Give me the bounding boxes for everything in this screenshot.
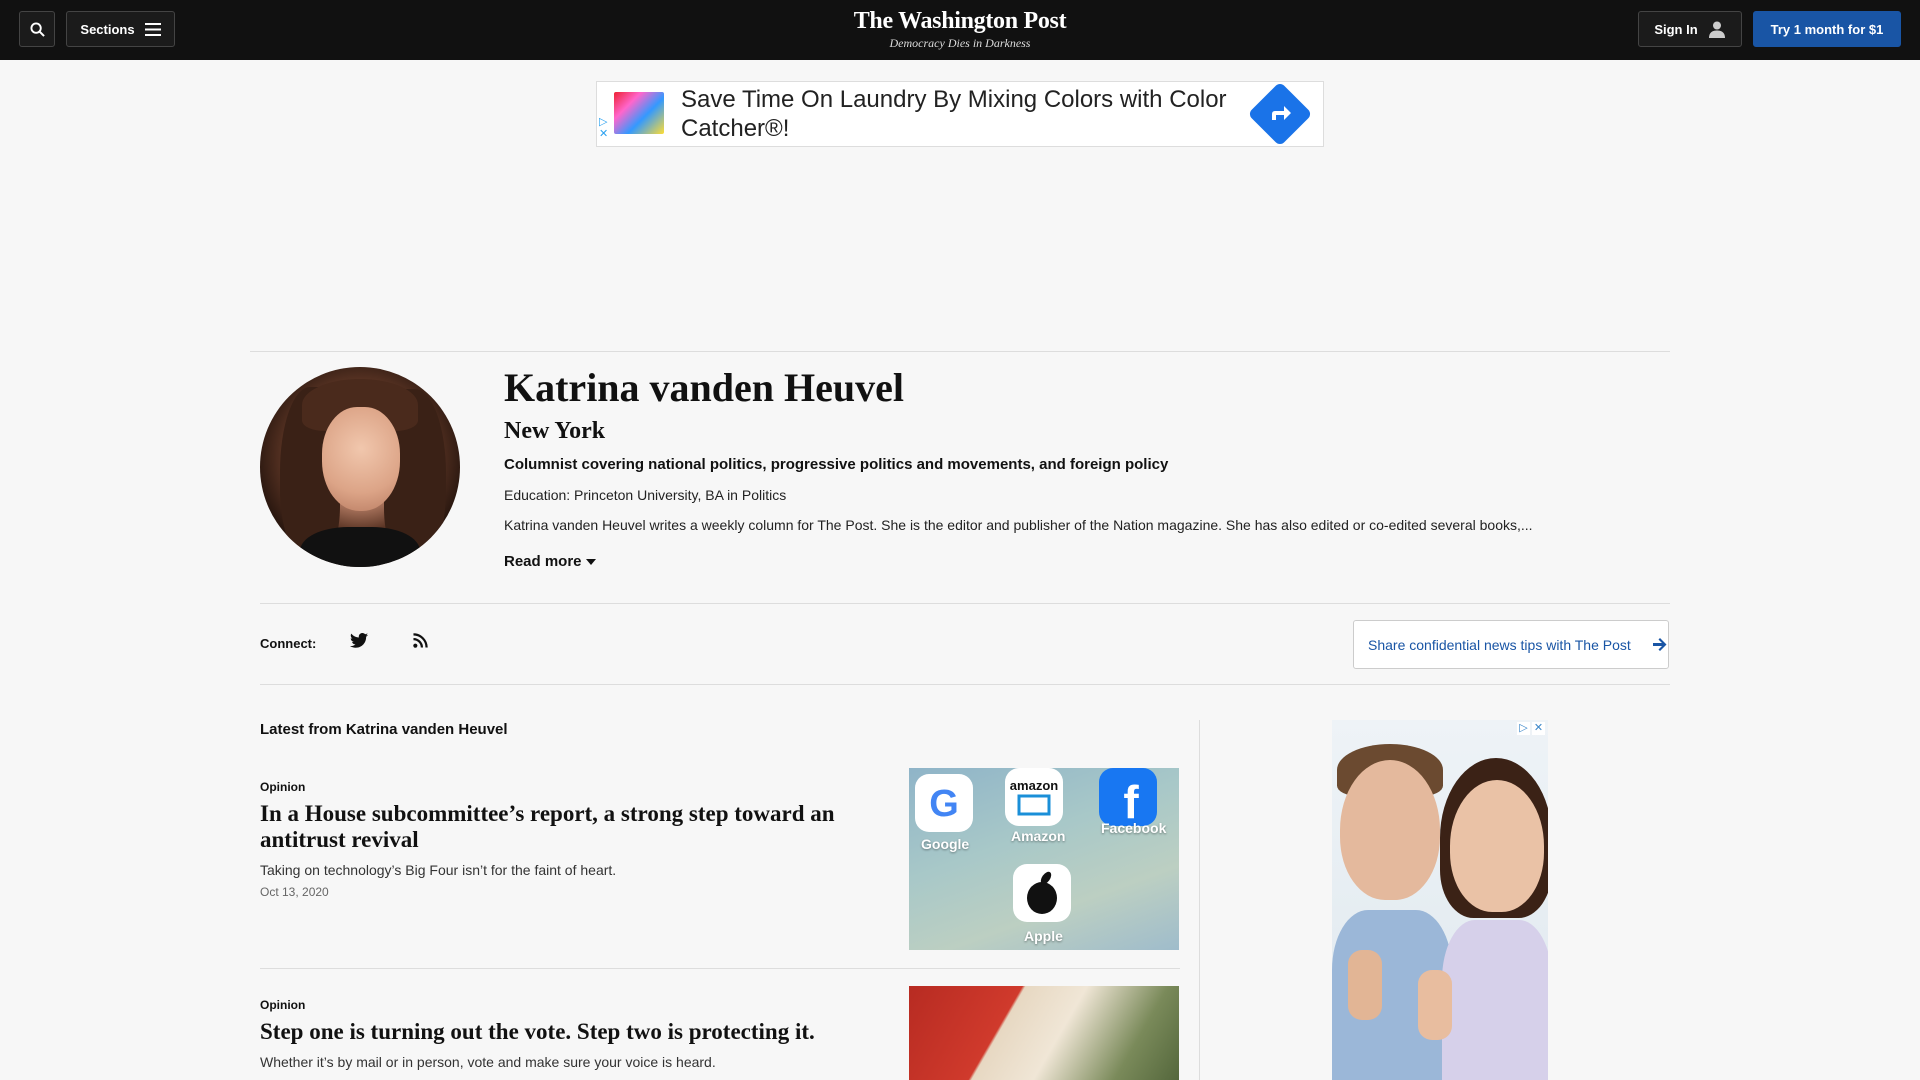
ad-product-image bbox=[614, 92, 664, 134]
divider bbox=[250, 351, 1670, 352]
divider bbox=[260, 968, 1180, 969]
ad-text: Save Time On Laundry By Mixing Colors wi… bbox=[681, 86, 1227, 142]
arrow-right-icon bbox=[1652, 638, 1667, 651]
story-thumbnail[interactable]: G Google amazon Amazon f Facebook Apple bbox=[909, 768, 1179, 950]
adchoices-icon[interactable]: ▷ ✕ bbox=[599, 116, 608, 140]
author-education: Education: Princeton University, BA in P… bbox=[504, 487, 787, 503]
divider bbox=[260, 684, 1670, 685]
author-bio: Katrina vanden Heuvel writes a weekly co… bbox=[504, 517, 1533, 533]
subscribe-button[interactable]: Try 1 month for $1 bbox=[1753, 11, 1901, 47]
story-headline[interactable]: In a House subcommittee’s report, a stro… bbox=[260, 801, 880, 853]
amazon-app-icon: amazon bbox=[1005, 768, 1063, 826]
close-ad-icon[interactable]: ✕ bbox=[1532, 722, 1545, 735]
app-label-facebook: Facebook bbox=[1101, 820, 1167, 836]
author-avatar bbox=[260, 367, 460, 567]
ad-banner[interactable]: ▷ ✕ Save Time On Laundry By Mixing Colors… bbox=[596, 81, 1324, 147]
app-label-google: Google bbox=[921, 836, 970, 852]
sign-in-label: Sign In bbox=[1654, 21, 1698, 37]
read-more-button[interactable]: Read more bbox=[504, 553, 596, 570]
site-logo[interactable]: The Washington Post Democracy Dies in Da… bbox=[0, 8, 1920, 51]
story-thumbnail[interactable] bbox=[909, 986, 1179, 1080]
author-location: New York bbox=[504, 418, 606, 444]
author-role: Columnist covering national politics, pr… bbox=[504, 456, 1169, 473]
story-headline[interactable]: Step one is turning out the vote. Step t… bbox=[260, 1019, 880, 1045]
svg-text:f: f bbox=[1123, 776, 1139, 826]
app-label-amazon: Amazon bbox=[1011, 828, 1066, 844]
connect-label: Connect: bbox=[260, 636, 317, 651]
apple-app-icon bbox=[1013, 864, 1071, 922]
facebook-app-icon: f bbox=[1099, 768, 1157, 828]
news-tips-button[interactable]: Share confidential news tips with The Po… bbox=[1353, 620, 1669, 669]
divider bbox=[260, 603, 1670, 604]
twitter-icon[interactable] bbox=[350, 633, 368, 648]
sign-in-button[interactable]: Sign In bbox=[1638, 11, 1742, 47]
column-divider bbox=[1199, 720, 1200, 1080]
svg-text:G: G bbox=[929, 783, 959, 825]
svg-text:amazon: amazon bbox=[1010, 778, 1058, 793]
news-tips-label: Share confidential news tips with The Po… bbox=[1368, 636, 1631, 653]
caret-down-icon bbox=[585, 558, 596, 565]
read-more-label: Read more bbox=[504, 553, 582, 570]
logo-tagline: Democracy Dies in Darkness bbox=[889, 36, 1031, 50]
user-icon bbox=[1708, 21, 1725, 38]
rss-icon[interactable] bbox=[413, 633, 428, 648]
side-advertisement[interactable]: ▷ ✕ bbox=[1332, 720, 1548, 1080]
top-navigation-bar: Sections The Washington Post Democracy D… bbox=[0, 0, 1920, 60]
google-app-icon: G bbox=[915, 774, 973, 832]
logo-name: The Washington Post bbox=[853, 8, 1067, 34]
latest-section-title: Latest from Katrina vanden Heuvel bbox=[260, 721, 508, 738]
ad-arrow-icon[interactable] bbox=[1247, 81, 1313, 147]
author-name: Katrina vanden Heuvel bbox=[504, 365, 905, 410]
adchoices-icon[interactable]: ▷ bbox=[1517, 722, 1530, 735]
app-label-apple: Apple bbox=[1024, 928, 1063, 944]
